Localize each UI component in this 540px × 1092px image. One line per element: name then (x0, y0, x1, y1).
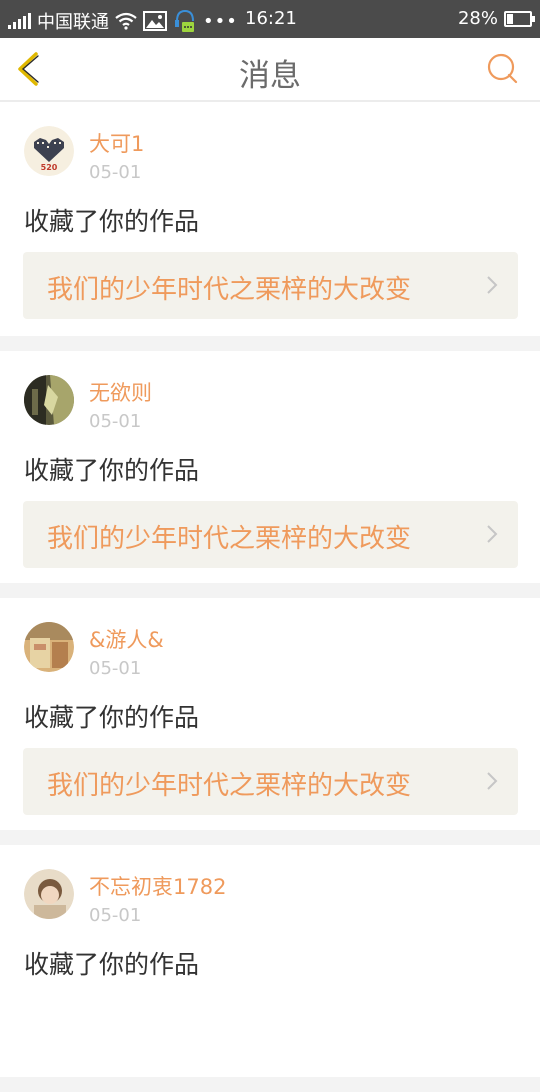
page-title: 消息 (239, 58, 301, 94)
avatar[interactable] (24, 622, 74, 672)
status-time: 16:21 (245, 8, 297, 29)
battery-icon (504, 10, 535, 27)
app-header: 消息 (0, 38, 540, 102)
work-link[interactable]: 我们的少年时代之栗梓的大改变 (23, 252, 518, 319)
battery-fill (507, 13, 513, 24)
message-list: 520 大可1 05-01 收藏了你的作品 我们的少年时代之栗梓的大改变 无欲则… (0, 102, 540, 1092)
signal-icon (8, 13, 31, 29)
username[interactable]: 不忘初衷1782 (89, 871, 226, 901)
message-date: 05-01 (89, 411, 142, 432)
message-action: 收藏了你的作品 (24, 207, 200, 236)
wifi-icon (115, 12, 137, 30)
message-action: 收藏了你的作品 (24, 456, 200, 485)
message-date: 05-01 (89, 905, 142, 926)
message-action: 收藏了你的作品 (24, 703, 200, 732)
more-icon: ••• (203, 10, 238, 32)
image-icon (143, 11, 167, 31)
work-link[interactable]: 我们的少年时代之栗梓的大改变 (23, 501, 518, 568)
battery-percent: 28% (457, 8, 498, 29)
work-title: 我们的少年时代之栗梓的大改变 (47, 524, 412, 554)
status-left: 中国联通 ••• (8, 8, 238, 34)
avatar-badge-text: 520 (41, 163, 58, 172)
message-date: 05-01 (89, 658, 142, 679)
username[interactable]: 无欲则 (89, 377, 152, 407)
username[interactable]: &游人& (89, 624, 164, 654)
status-bar: 中国联通 ••• 16:21 28% (0, 0, 540, 38)
work-link[interactable]: 我们的少年时代之栗梓的大改变 (23, 748, 518, 815)
carrier-name: 中国联通 (37, 12, 109, 33)
notification-icon (175, 9, 194, 32)
chevron-right-icon (487, 525, 498, 543)
avatar[interactable] (24, 869, 74, 919)
message-date: 05-01 (89, 162, 142, 183)
message-card: 无欲则 05-01 收藏了你的作品 我们的少年时代之栗梓的大改变 (0, 351, 540, 583)
username[interactable]: 大可1 (89, 128, 144, 158)
message-card: &游人& 05-01 收藏了你的作品 我们的少年时代之栗梓的大改变 (0, 598, 540, 830)
message-card: 520 大可1 05-01 收藏了你的作品 我们的少年时代之栗梓的大改变 (0, 102, 540, 336)
search-button[interactable] (486, 52, 520, 86)
message-card: 不忘初衷1782 05-01 收藏了你的作品 (0, 845, 540, 1077)
work-title: 我们的少年时代之栗梓的大改变 (47, 275, 412, 305)
work-title: 我们的少年时代之栗梓的大改变 (47, 771, 412, 801)
chevron-right-icon (487, 276, 498, 294)
chevron-right-icon (487, 772, 498, 790)
avatar[interactable] (24, 375, 74, 425)
avatar[interactable]: 520 (24, 126, 74, 176)
status-right: 28% (457, 8, 535, 29)
message-action: 收藏了你的作品 (24, 950, 200, 979)
